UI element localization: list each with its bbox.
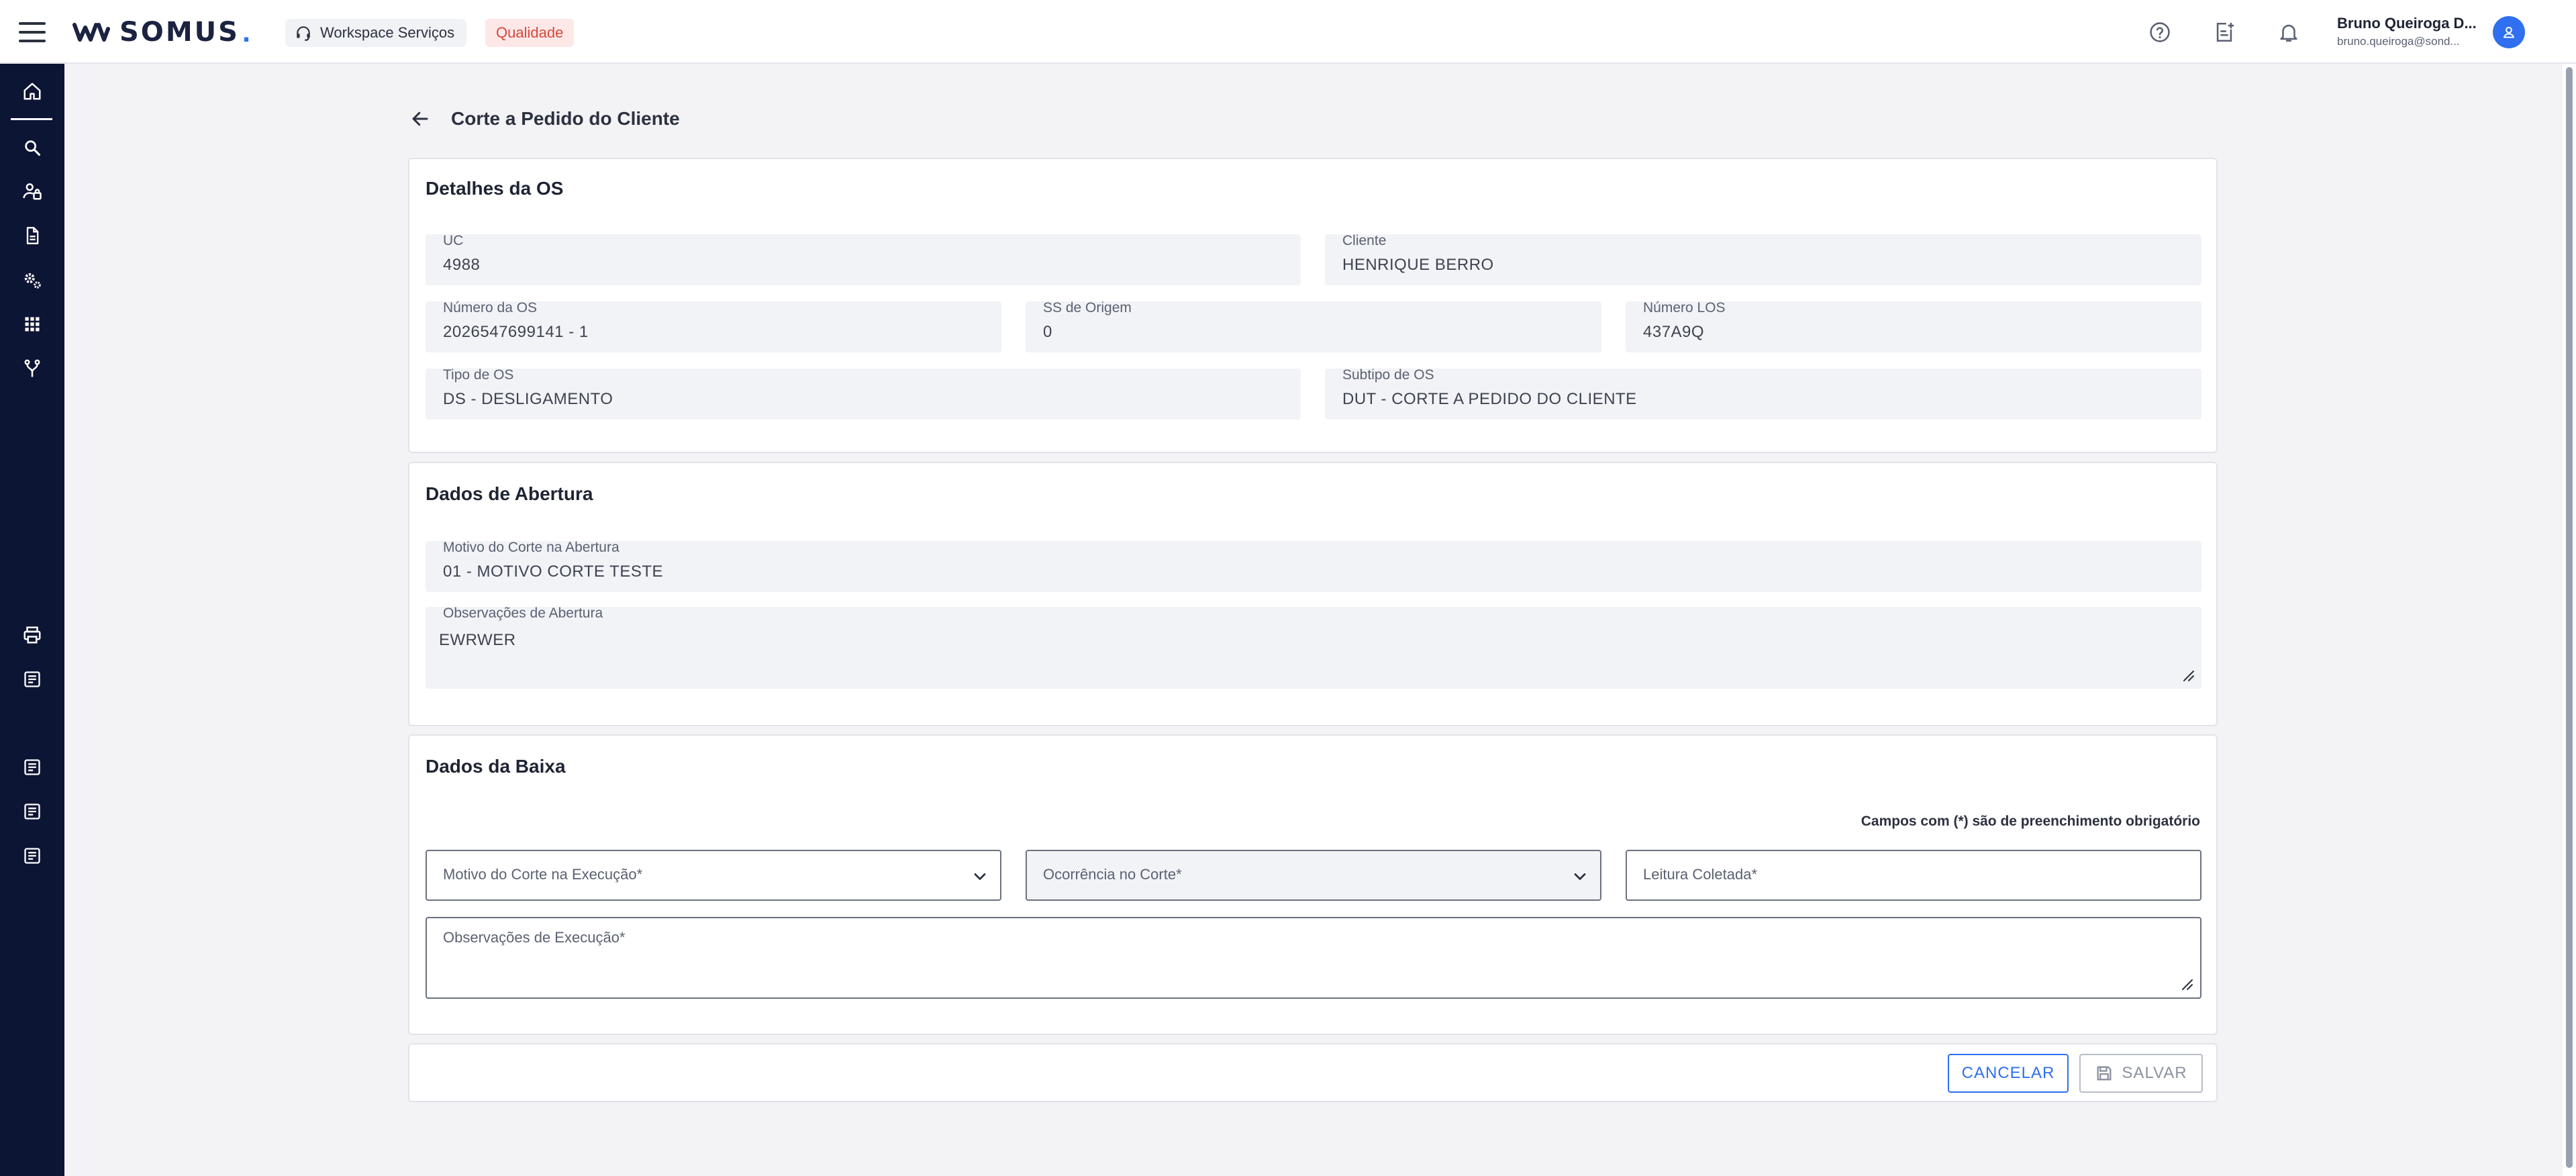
users-icon [23, 183, 42, 200]
sidebar-item-home[interactable] [0, 72, 64, 110]
user-email: bruno.queiroga@sond... [2337, 35, 2460, 48]
closure-data-title: Dados da Baixa [426, 756, 566, 777]
resize-grip-icon[interactable] [2180, 667, 2195, 682]
motivo-abertura-field: Motivo do Corte na Abertura 01 - MOTIVO … [426, 540, 2201, 592]
sidebar-item-documents[interactable] [0, 217, 64, 254]
printer-icon [23, 626, 41, 644]
ocorrencia-corte-select[interactable]: Ocorrência no Corte* [1026, 850, 1601, 901]
subtipo-os-value: DUT - CORTE A PEDIDO DO CLIENTE [1342, 390, 1637, 408]
motivo-execucao-select[interactable]: Motivo do Corte na Execução* [426, 850, 1001, 901]
save-icon [2097, 1066, 2112, 1081]
page-scrollbar-thumb[interactable] [2566, 67, 2573, 1168]
cancel-button-label: CANCELAR [1961, 1064, 2055, 1082]
observacoes-abertura-field: Observações de Abertura EWRWER [426, 605, 2201, 689]
back-arrow-icon[interactable] [408, 107, 432, 131]
notes-icon [24, 848, 40, 864]
ocorrencia-corte-placeholder: Ocorrência no Corte* [1043, 866, 1182, 883]
tipo-os-field: Tipo de OS DS - DESLIGAMENTO [426, 367, 1301, 420]
subtipo-os-label: Subtipo de OS [1342, 367, 1434, 383]
observacoes-abertura-label: Observações de Abertura [443, 605, 603, 621]
hamburger-menu-icon[interactable] [19, 18, 47, 46]
sidebar-item-search[interactable] [0, 129, 64, 166]
sidebar-item-users[interactable] [0, 173, 64, 210]
logo-text: SOMUS [119, 17, 240, 48]
help-circle-icon[interactable] [2146, 19, 2173, 46]
required-fields-note: Campos com (*) são de preenchimento obri… [1861, 814, 2200, 829]
workspace-label: Workspace Serviços [320, 24, 455, 41]
top-bar: SOMUS . Workspace Serviços Qualidade Bru… [0, 0, 2576, 64]
sidebar-active-indicator [11, 118, 52, 120]
search-icon [25, 140, 41, 156]
user-info[interactable]: Bruno Queiroga D... bruno.queiroga@sond.… [2337, 15, 2485, 48]
sidebar-item-settings[interactable] [0, 261, 64, 299]
cliente-value: HENRIQUE BERRO [1342, 256, 1494, 274]
ss-origem-field: SS de Origem 0 [1026, 300, 1601, 352]
action-bar: CANCELAR SALVAR [408, 1043, 2218, 1102]
chevron-down-icon [974, 873, 986, 880]
sidebar-item-branch[interactable] [0, 350, 64, 387]
observacoes-execucao-placeholder: Observações de Execução* [443, 929, 626, 946]
uc-field: UC 4988 [426, 233, 1301, 285]
opening-data-title: Dados de Abertura [426, 483, 593, 504]
sidebar-item-notes-4[interactable] [0, 837, 64, 875]
os-details-card: Detalhes da OS UC 4988 Cliente HENRIQUE … [408, 158, 2218, 453]
os-details-title: Detalhes da OS [426, 178, 564, 199]
resize-grip-icon[interactable] [2179, 976, 2193, 991]
ss-origem-value: 0 [1043, 323, 1052, 341]
notes-icon [24, 759, 40, 775]
sidebar-item-notes-1[interactable] [0, 660, 64, 698]
home-icon [23, 83, 41, 100]
numero-os-field: Número da OS 2026547699141 - 1 [426, 300, 1001, 352]
closure-data-card: Dados da Baixa Campos com (*) são de pre… [408, 734, 2218, 1035]
numero-os-value: 2026547699141 - 1 [443, 323, 589, 341]
somus-logo[interactable]: SOMUS . [72, 15, 251, 48]
sidebar-item-notes-2[interactable] [0, 748, 64, 786]
motivo-abertura-label: Motivo do Corte na Abertura [443, 540, 620, 555]
somus-logo-mark [72, 21, 110, 44]
cliente-field: Cliente HENRIQUE BERRO [1325, 233, 2201, 285]
apps-grid-icon [25, 317, 40, 332]
motivo-execucao-placeholder: Motivo do Corte na Execução* [443, 866, 643, 883]
leitura-coletada-placeholder: Leitura Coletada* [1643, 866, 1758, 883]
user-avatar-icon[interactable] [2493, 16, 2525, 48]
numero-os-label: Número da OS [443, 300, 538, 315]
opening-data-card: Dados de Abertura Motivo do Corte na Abe… [408, 462, 2218, 726]
user-name: Bruno Queiroga D... [2337, 15, 2477, 32]
branch-icon [24, 359, 40, 377]
page-header: Corte a Pedido do Cliente [408, 105, 680, 133]
environment-badge: Qualidade [485, 19, 575, 47]
motivo-abertura-value: 01 - MOTIVO CORTE TESTE [443, 562, 663, 581]
observacoes-execucao-textarea[interactable]: Observações de Execução* [426, 917, 2201, 999]
headset-icon [297, 26, 310, 41]
page-title: Corte a Pedido do Cliente [451, 108, 680, 129]
chevron-down-icon [1574, 873, 1586, 880]
save-button[interactable]: SALVAR [2079, 1054, 2203, 1093]
leitura-coletada-input[interactable]: Leitura Coletada* [1626, 850, 2201, 901]
cancel-button[interactable]: CANCELAR [1948, 1054, 2069, 1093]
tipo-os-label: Tipo de OS [443, 367, 514, 383]
logo-dot: . [242, 15, 251, 48]
uc-value: 4988 [443, 256, 481, 274]
notes-icon [24, 803, 40, 820]
tipo-os-value: DS - DESLIGAMENTO [443, 390, 613, 408]
sidebar [0, 64, 64, 1176]
workspace-selector[interactable]: Workspace Serviços [285, 19, 467, 47]
add-note-icon[interactable] [2211, 19, 2238, 46]
bell-icon[interactable] [2275, 19, 2302, 46]
cliente-label: Cliente [1342, 233, 1387, 248]
sidebar-item-apps[interactable] [0, 305, 64, 343]
settings-icon [24, 273, 41, 289]
subtipo-os-field: Subtipo de OS DUT - CORTE A PEDIDO DO CL… [1325, 367, 2201, 420]
uc-label: UC [443, 233, 464, 248]
sidebar-item-notes-3[interactable] [0, 793, 64, 830]
ss-origem-label: SS de Origem [1043, 300, 1132, 315]
numero-los-field: Número LOS 437A9Q [1626, 300, 2201, 352]
numero-los-value: 437A9Q [1643, 323, 1705, 341]
notes-icon [24, 671, 40, 687]
save-button-label: SALVAR [2122, 1064, 2187, 1082]
numero-los-label: Número LOS [1643, 300, 1726, 315]
document-icon [26, 227, 39, 244]
observacoes-abertura-value: EWRWER [439, 631, 516, 649]
sidebar-item-print[interactable] [0, 616, 64, 654]
